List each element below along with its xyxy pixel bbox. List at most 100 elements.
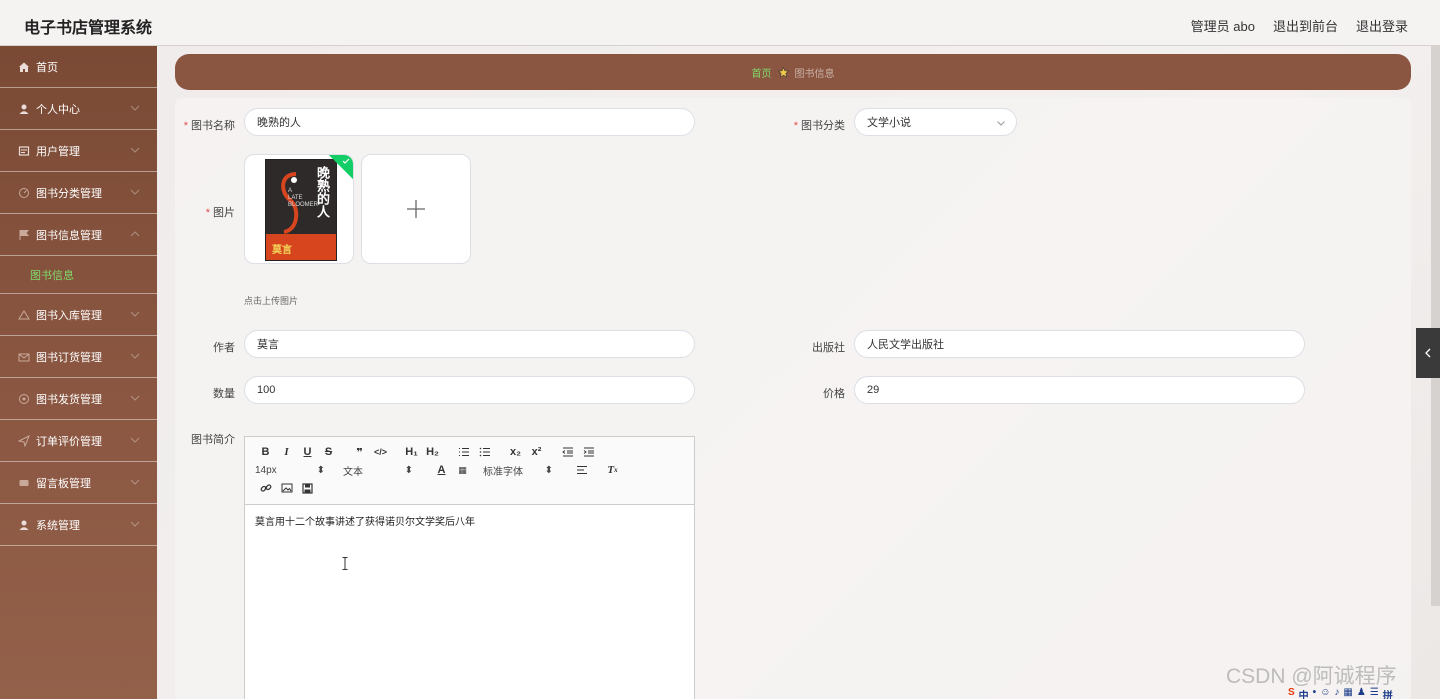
sidebar-item-label: 图书信息管理: [36, 229, 102, 242]
quantity-input[interactable]: 100: [244, 376, 695, 404]
sidebar-item-system[interactable]: 系统管理: [0, 504, 157, 546]
tray-pinyin-icon[interactable]: 拼: [1383, 687, 1393, 699]
outdent-button[interactable]: [557, 443, 578, 461]
background-color-button[interactable]: ▦: [452, 461, 473, 479]
save-icon: [302, 482, 313, 494]
sidebar-item-label: 图书入库管理: [36, 309, 102, 322]
tray-user-icon[interactable]: ♟: [1357, 687, 1366, 698]
h1-button[interactable]: H₁: [401, 443, 422, 461]
publisher-input[interactable]: 人民文学出版社: [854, 330, 1305, 358]
book-cover-author: 莫言: [272, 245, 292, 256]
tray-lang-icon[interactable]: 中: [1299, 687, 1309, 699]
chevron-down-icon: [130, 147, 140, 153]
underline-button[interactable]: U: [297, 443, 318, 461]
user-icon: [17, 102, 31, 116]
plus-icon: [407, 200, 425, 218]
font-size-picker[interactable]: 14px ⬍: [255, 465, 329, 476]
sidebar-item-message-board[interactable]: 留言板管理: [0, 462, 157, 504]
page-scrollbar[interactable]: [1431, 46, 1440, 606]
author-input[interactable]: 莫言: [244, 330, 695, 358]
star-icon: [777, 66, 789, 78]
tray-keyboard-icon[interactable]: ▦: [1343, 687, 1352, 698]
book-category-label: * 图书分类: [793, 120, 845, 132]
tray-mic-icon[interactable]: ♪: [1334, 687, 1339, 698]
sidebar-item-shipping[interactable]: 图书发货管理: [0, 378, 157, 420]
chevron-down-icon: [130, 395, 140, 401]
book-category-select[interactable]: 文学小说: [854, 108, 1017, 136]
publisher-label: 出版社: [812, 342, 845, 354]
outdent-icon: [561, 447, 573, 457]
chevron-down-icon: [130, 479, 140, 485]
book-cover-subtitle: A LATE BLOOMER: [288, 188, 319, 208]
sidebar-item-review[interactable]: 订单评价管理: [0, 420, 157, 462]
home-icon: [17, 60, 31, 74]
align-button[interactable]: [571, 461, 592, 479]
sidebar-subitem-book-info[interactable]: 图书信息: [0, 256, 157, 294]
book-category-value: 文学小说: [867, 117, 911, 129]
book-name-input[interactable]: 晚熟的人: [244, 108, 695, 136]
bold-button[interactable]: B: [255, 443, 276, 461]
users-icon: [17, 144, 31, 158]
sidebar-item-home[interactable]: 首页: [0, 46, 157, 88]
tray-menu-icon[interactable]: ☰: [1370, 687, 1379, 698]
logout-link[interactable]: 退出登录: [1356, 16, 1408, 35]
check-icon: [342, 158, 350, 164]
sidebar-item-stock-in[interactable]: 图书入库管理: [0, 294, 157, 336]
tray-sogou-icon[interactable]: S: [1288, 687, 1295, 698]
sidebar-item-users[interactable]: 用户管理: [0, 130, 157, 172]
review-icon: [17, 434, 31, 448]
category-icon: [17, 186, 31, 200]
book-form: * 图书名称 晚熟的人 * 图书分类 文学小说 * 图片 晚熟的人 A LATE BL…: [175, 98, 1411, 699]
font-family-picker[interactable]: 标准字体 ⬍: [483, 463, 557, 478]
ordered-list-button[interactable]: [453, 443, 474, 461]
side-panel-toggle[interactable]: [1416, 328, 1440, 378]
sidebar: 首页 个人中心 用户管理 图书分类管理 图书信息管理 图书信息 图书入库管理 图…: [0, 46, 157, 699]
exit-to-front-link[interactable]: 退出到前台: [1273, 16, 1338, 35]
clear-format-button[interactable]: Tx: [602, 461, 623, 479]
chevron-down-icon: [130, 189, 140, 195]
sidebar-item-label: 订单评价管理: [36, 435, 102, 448]
italic-button[interactable]: I: [276, 443, 297, 461]
header-picker[interactable]: 文本 ⬍: [343, 463, 417, 478]
breadcrumb: 首页 图书信息: [175, 54, 1411, 90]
price-label: 价格: [823, 388, 845, 400]
admin-user-label: 管理员 abo: [1190, 19, 1255, 34]
main-content: 首页 图书信息 * 图书名称 晚熟的人 * 图书分类 文学小说 * 图片 晚熟的人 A…: [157, 46, 1440, 699]
chevron-down-icon: [130, 311, 140, 317]
chevron-down-icon: [997, 121, 1005, 126]
intro-label: 图书简介: [191, 434, 235, 446]
editor-content[interactable]: 莫言用十二个故事讲述了获得诺贝尔文学奖后八年: [245, 505, 694, 536]
tray-dot-icon[interactable]: •: [1313, 687, 1317, 698]
code-block-button[interactable]: </>: [370, 443, 391, 461]
author-label: 作者: [213, 342, 235, 354]
upload-image-button[interactable]: [361, 154, 471, 264]
h2-button[interactable]: H₂: [422, 443, 443, 461]
tray-emoji-icon[interactable]: ☺: [1320, 687, 1330, 698]
sidebar-item-book-category[interactable]: 图书分类管理: [0, 172, 157, 214]
subscript-button[interactable]: x₂: [505, 443, 526, 461]
blockquote-button[interactable]: ❞: [349, 443, 370, 461]
link-button[interactable]: [255, 479, 276, 497]
strike-button[interactable]: S: [318, 443, 339, 461]
uploaded-image-thumb[interactable]: 晚熟的人 A LATE BLOOMER 莫言: [244, 154, 354, 264]
book-cover-image: 晚熟的人 A LATE BLOOMER 莫言: [265, 159, 337, 261]
chevron-up-icon: [130, 231, 140, 237]
sidebar-item-label: 用户管理: [36, 145, 80, 158]
sidebar-item-label: 图书分类管理: [36, 187, 102, 200]
price-input[interactable]: 29: [854, 376, 1305, 404]
image-button[interactable]: [276, 479, 297, 497]
sidebar-item-order[interactable]: 图书订货管理: [0, 336, 157, 378]
text-color-button[interactable]: A: [431, 461, 452, 479]
indent-button[interactable]: [578, 443, 599, 461]
flag-icon: [17, 228, 31, 242]
sidebar-item-book-info[interactable]: 图书信息管理: [0, 214, 157, 256]
breadcrumb-current: 图书信息: [794, 68, 835, 80]
quantity-label: 数量: [213, 388, 235, 400]
superscript-button[interactable]: x²: [526, 443, 547, 461]
editor-toolbar: B I U S ❞ </> H₁ H₂ x₂ x² 14px ⬍ 文本 ⬍ A …: [245, 437, 694, 505]
breadcrumb-home-link[interactable]: 首页: [752, 65, 772, 80]
align-left-icon: [576, 466, 587, 474]
sidebar-item-profile[interactable]: 个人中心: [0, 88, 157, 130]
video-button[interactable]: [297, 479, 318, 497]
bullet-list-button[interactable]: [474, 443, 495, 461]
